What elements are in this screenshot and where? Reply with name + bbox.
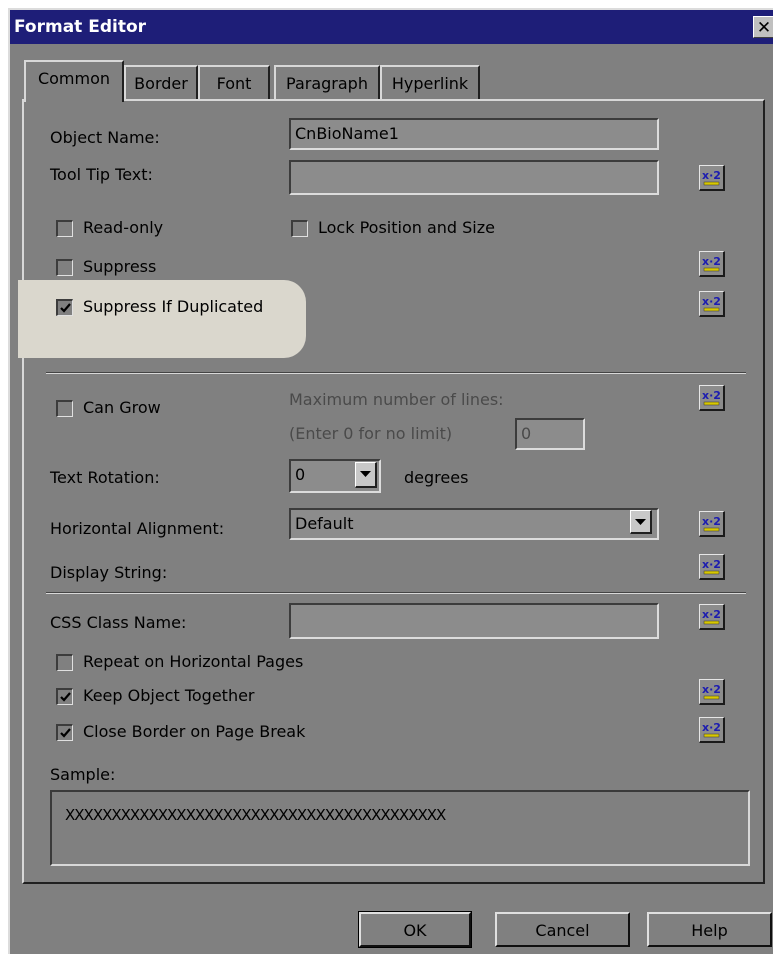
formula-x2-icon: x·2	[702, 169, 721, 186]
cancel-button[interactable]: Cancel	[495, 912, 630, 947]
read-only-checkbox[interactable]	[56, 220, 73, 237]
repeat-horizontal-checkbox[interactable]	[56, 654, 73, 671]
svg-text:x·2: x·2	[702, 255, 721, 268]
checkmark-icon	[60, 728, 71, 738]
max-lines-hint: (Enter 0 for no limit)	[289, 424, 453, 443]
suppress-if-duplicated-label: Suppress If Duplicated	[83, 297, 264, 316]
help-button[interactable]: Help	[647, 912, 772, 947]
suppress-label: Suppress	[83, 257, 157, 276]
svg-text:x·2: x·2	[702, 683, 721, 696]
display-string-formula-button[interactable]: x·2	[699, 554, 725, 580]
horizontal-alignment-dropdown-button[interactable]	[630, 510, 652, 534]
max-lines-input[interactable]: 0	[515, 418, 585, 450]
formula-x2-icon: x·2	[702, 721, 721, 738]
help-button-label: Help	[691, 921, 728, 940]
tooltip-label: Tool Tip Text:	[50, 165, 153, 184]
close-border-label: Close Border on Page Break	[83, 722, 306, 741]
css-class-formula-button[interactable]: x·2	[699, 604, 725, 630]
lock-position-checkbox[interactable]	[291, 220, 308, 237]
horizontal-alignment-value: Default	[295, 514, 354, 533]
tab-hyperlink-label: Hyperlink	[391, 74, 469, 93]
lock-position-label: Lock Position and Size	[318, 218, 495, 237]
repeat-horizontal-label: Repeat on Horizontal Pages	[83, 652, 304, 671]
degrees-label: degrees	[404, 468, 469, 487]
text-rotation-dropdown-button[interactable]	[355, 462, 377, 488]
close-border-checkbox[interactable]	[56, 724, 73, 741]
common-tab-panel	[22, 99, 765, 884]
tab-hyperlink[interactable]: Hyperlink	[380, 65, 480, 99]
formula-x2-icon: x·2	[702, 683, 721, 700]
suppress-formula-button[interactable]: x·2	[699, 251, 725, 277]
max-lines-label: Maximum number of lines:	[289, 390, 504, 409]
suppress-if-duplicated-checkbox[interactable]	[56, 299, 73, 316]
formula-x2-icon: x·2	[702, 255, 721, 272]
text-rotation-value: 0	[295, 465, 306, 484]
css-class-input[interactable]	[289, 603, 659, 639]
sample-label: Sample:	[50, 765, 116, 784]
read-only-label: Read-only	[83, 218, 164, 237]
horizontal-alignment-select[interactable]: Default	[289, 508, 659, 540]
ok-button-label: OK	[403, 921, 427, 940]
svg-text:x·2: x·2	[702, 721, 721, 734]
tab-paragraph[interactable]: Paragraph	[274, 65, 380, 99]
tab-font[interactable]: Font	[198, 65, 270, 99]
tab-font-label: Font	[216, 74, 252, 93]
keep-together-formula-button[interactable]: x·2	[699, 679, 725, 705]
can-grow-checkbox[interactable]	[56, 400, 73, 417]
svg-text:x·2: x·2	[702, 295, 721, 308]
close-button[interactable]: ✕	[753, 16, 773, 38]
formula-x2-icon: x·2	[702, 295, 721, 312]
checkmark-icon	[60, 303, 71, 313]
suppress-checkbox[interactable]	[56, 259, 73, 276]
object-name-input[interactable]: CnBioName1	[289, 118, 659, 150]
close-border-formula-button[interactable]: x·2	[699, 717, 725, 743]
formula-x2-icon: x·2	[702, 608, 721, 625]
dropdown-arrow-icon	[360, 471, 371, 477]
dropdown-arrow-icon	[635, 519, 646, 525]
highlight-callout	[18, 280, 306, 358]
tooltip-formula-button[interactable]: x·2	[699, 165, 725, 191]
keep-together-checkbox[interactable]	[56, 688, 73, 705]
svg-text:x·2: x·2	[702, 515, 721, 528]
can-grow-formula-button[interactable]: x·2	[699, 385, 725, 411]
tab-common[interactable]: Common	[24, 60, 124, 102]
formula-x2-icon: x·2	[702, 558, 721, 575]
object-name-label: Object Name:	[50, 128, 160, 147]
section-divider	[46, 372, 746, 374]
formula-x2-icon: x·2	[702, 515, 721, 532]
sample-preview-box: XXXXXXXXXXXXXXXXXXXXXXXXXXXXXXXXXXXXXXXX…	[50, 790, 750, 866]
ok-button[interactable]: OK	[358, 911, 472, 948]
suppress-dup-formula-button[interactable]: x·2	[699, 291, 725, 317]
window-title: Format Editor	[14, 17, 147, 37]
title-bar: Format Editor ✕	[10, 10, 773, 44]
format-editor-dialog: Format Editor ✕ Common Border Font Parag…	[8, 8, 773, 954]
tab-border-label: Border	[134, 74, 188, 93]
checkmark-icon	[60, 692, 71, 702]
close-icon: ✕	[756, 18, 772, 38]
keep-together-label: Keep Object Together	[83, 686, 255, 705]
display-string-label: Display String:	[50, 563, 168, 582]
formula-x2-icon: x·2	[702, 389, 721, 406]
section-divider	[46, 592, 746, 594]
svg-text:x·2: x·2	[702, 608, 721, 621]
horizontal-alignment-label: Horizontal Alignment:	[50, 519, 225, 538]
cancel-button-label: Cancel	[535, 921, 590, 940]
svg-text:x·2: x·2	[702, 169, 721, 182]
can-grow-label: Can Grow	[83, 398, 161, 417]
tab-paragraph-label: Paragraph	[286, 74, 368, 93]
css-class-label: CSS Class Name:	[50, 613, 187, 632]
tab-common-label: Common	[37, 69, 111, 88]
tooltip-input[interactable]	[289, 160, 659, 195]
sample-preview-text: XXXXXXXXXXXXXXXXXXXXXXXXXXXXXXXXXXXXXXXX…	[65, 806, 446, 824]
svg-text:x·2: x·2	[702, 558, 721, 571]
svg-text:x·2: x·2	[702, 389, 721, 402]
alignment-formula-button[interactable]: x·2	[699, 511, 725, 537]
tab-border[interactable]: Border	[124, 65, 198, 99]
text-rotation-label: Text Rotation:	[50, 468, 160, 487]
